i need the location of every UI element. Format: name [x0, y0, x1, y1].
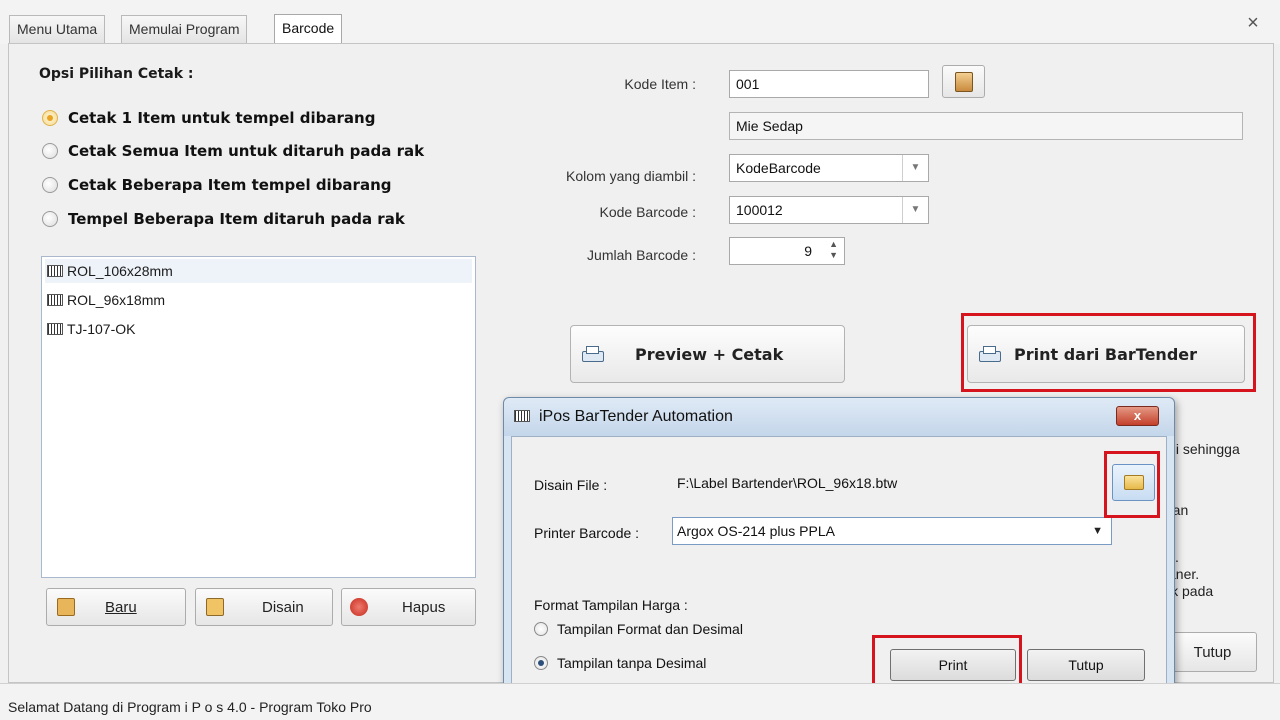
- new-icon: [57, 598, 75, 616]
- printer-icon: [581, 344, 604, 364]
- preview-cetak-button[interactable]: Preview + Cetak: [570, 325, 845, 383]
- chevron-down-icon[interactable]: ▼: [902, 197, 928, 223]
- option-cetak-beberapa-item[interactable]: Cetak Beberapa Item tempel dibarang: [42, 174, 392, 196]
- barcode-icon: [47, 265, 63, 277]
- radio-format-desimal[interactable]: Tampilan Format dan Desimal: [534, 621, 743, 637]
- tab-bar: Menu Utama Memulai Program Barcode ×: [0, 0, 1280, 44]
- kode-item-label: Kode Item :: [624, 76, 696, 92]
- kode-barcode-value: 100012: [736, 202, 783, 218]
- option-label: Cetak 1 Item untuk tempel dibarang: [68, 109, 376, 127]
- barcode-icon: [514, 410, 530, 422]
- kode-barcode-select[interactable]: 100012 ▼: [729, 196, 929, 224]
- highlight-box-bartender: [961, 313, 1256, 392]
- hapus-button[interactable]: Hapus: [341, 588, 476, 626]
- disain-label: Disain: [262, 598, 304, 616]
- baru-label: Baru: [105, 598, 137, 616]
- radio-icon: [42, 110, 58, 126]
- dialog-titlebar[interactable]: iPos BarTender Automation x: [504, 398, 1174, 436]
- bartender-dialog: iPos BarTender Automation x Disain File …: [503, 397, 1175, 695]
- tab-menu-utama[interactable]: Menu Utama: [9, 15, 106, 43]
- list-item[interactable]: TJ-107-OK: [45, 317, 472, 341]
- template-list[interactable]: ROL_106x28mm ROL_96x18mm TJ-107-OK: [41, 256, 476, 578]
- kolom-label: Kolom yang diambil :: [566, 168, 696, 184]
- close-tab-icon[interactable]: ×: [1242, 12, 1264, 34]
- tab-barcode[interactable]: Barcode: [274, 14, 343, 44]
- status-text: Selamat Datang di Program i P o s 4.0 - …: [8, 699, 372, 715]
- spinner-arrows-icon[interactable]: ▲ ▼: [829, 239, 838, 261]
- radio-icon: [534, 656, 548, 670]
- tutup-main-label: Tutup: [1193, 643, 1232, 661]
- item-name-field: Mie Sedap: [729, 112, 1243, 140]
- print-options-title: Opsi Pilihan Cetak :: [39, 66, 194, 82]
- jumlah-value: 9: [804, 243, 812, 259]
- template-name: ROL_96x18mm: [67, 292, 166, 308]
- list-item[interactable]: ROL_106x28mm: [45, 259, 472, 283]
- highlight-box-browse: [1104, 451, 1160, 518]
- dialog-title: iPos BarTender Automation: [539, 408, 733, 425]
- printer-value: Argox OS-214 plus PPLA: [677, 523, 835, 539]
- lookup-item-button[interactable]: [942, 65, 985, 98]
- barcode-icon: [47, 323, 63, 335]
- highlight-box-print: [872, 635, 1022, 690]
- template-name: TJ-107-OK: [67, 321, 136, 337]
- kolom-select[interactable]: KodeBarcode ▼: [729, 154, 929, 182]
- kolom-value: KodeBarcode: [736, 160, 821, 176]
- disain-button[interactable]: Disain: [195, 588, 333, 626]
- option-cetak-semua-item[interactable]: Cetak Semua Item untuk ditaruh pada rak: [42, 140, 424, 162]
- help-text-1: ali sehingga: [1165, 441, 1240, 457]
- chevron-down-icon[interactable]: ▼: [1092, 518, 1103, 544]
- template-name: ROL_106x28mm: [67, 263, 173, 279]
- printer-select[interactable]: Argox OS-214 plus PPLA ▼: [672, 517, 1112, 545]
- chevron-down-icon[interactable]: ▼: [902, 155, 928, 181]
- box-icon: [954, 71, 973, 92]
- option-label: Tempel Beberapa Item ditaruh pada rak: [68, 210, 405, 228]
- printer-barcode-label: Printer Barcode :: [534, 525, 640, 541]
- dialog-tutup-button[interactable]: Tutup: [1027, 649, 1145, 681]
- option-label: Cetak Beberapa Item tempel dibarang: [68, 176, 392, 194]
- edit-icon: [206, 598, 224, 616]
- format-harga-label: Format Tampilan Harga :: [534, 597, 688, 613]
- option-tempel-beberapa-item[interactable]: Tempel Beberapa Item ditaruh pada rak: [42, 208, 405, 230]
- delete-icon: [350, 598, 368, 616]
- radio-label: Tampilan Format dan Desimal: [557, 621, 743, 637]
- option-cetak-1-item[interactable]: Cetak 1 Item untuk tempel dibarang: [42, 107, 375, 129]
- jumlah-barcode-label: Jumlah Barcode :: [587, 247, 696, 263]
- status-bar: Selamat Datang di Program i P o s 4.0 - …: [0, 683, 1280, 720]
- dialog-body: Disain File : F:\Label Bartender\ROL_96x…: [511, 436, 1167, 687]
- radio-icon: [534, 622, 548, 636]
- hapus-label: Hapus: [402, 598, 446, 616]
- tutup-main-button[interactable]: Tutup: [1168, 632, 1257, 672]
- kode-barcode-label: Kode Barcode :: [599, 204, 696, 220]
- preview-cetak-label: Preview + Cetak: [635, 344, 784, 364]
- radio-label: Tampilan tanpa Desimal: [557, 655, 707, 671]
- radio-tanpa-desimal[interactable]: Tampilan tanpa Desimal: [534, 655, 706, 671]
- radio-icon: [42, 177, 58, 193]
- barcode-icon: [47, 294, 63, 306]
- close-icon[interactable]: x: [1116, 406, 1159, 426]
- jumlah-barcode-spinner[interactable]: 9 ▲ ▼: [729, 237, 845, 265]
- radio-icon: [42, 143, 58, 159]
- option-label: Cetak Semua Item untuk ditaruh pada rak: [68, 142, 425, 160]
- radio-icon: [42, 211, 58, 227]
- list-item[interactable]: ROL_96x18mm: [45, 288, 472, 312]
- kode-item-input[interactable]: 001: [729, 70, 929, 98]
- tab-memulai-program[interactable]: Memulai Program: [121, 15, 248, 43]
- disain-file-path: F:\Label Bartender\ROL_96x18.btw: [677, 475, 898, 491]
- baru-button[interactable]: Baru: [46, 588, 186, 626]
- disain-file-label: Disain File :: [534, 477, 608, 493]
